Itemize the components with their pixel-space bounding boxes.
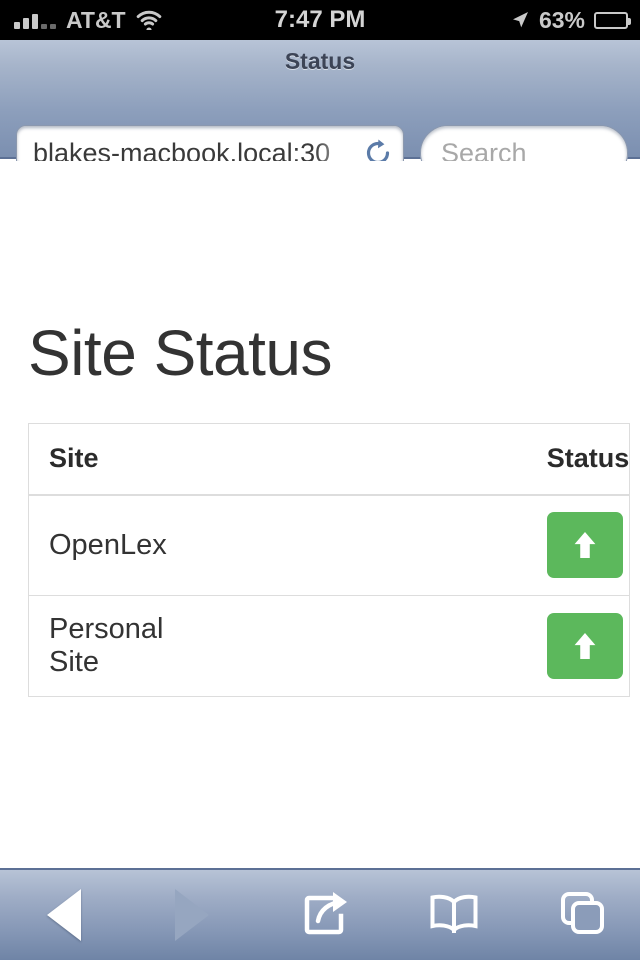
share-button[interactable] <box>262 869 390 960</box>
tabs-button[interactable] <box>518 869 640 960</box>
table-row: Personal Site <box>29 596 630 697</box>
cell-site-status <box>167 596 630 697</box>
browser-bottom-toolbar <box>0 868 640 960</box>
book-icon <box>428 893 480 938</box>
forward-arrow-icon <box>175 889 209 941</box>
status-up-button[interactable] <box>546 613 623 679</box>
cell-site-name: Personal Site <box>49 613 164 678</box>
web-page-content: Site Status Site Status OpenLex Personal… <box>0 161 640 868</box>
forward-button <box>128 869 256 960</box>
bookmarks-button[interactable] <box>390 869 518 960</box>
status-up-button[interactable] <box>546 512 623 579</box>
table-row: OpenLex <box>28 495 630 596</box>
tabs-icon <box>558 890 606 941</box>
back-button[interactable] <box>0 869 128 960</box>
page-heading: Site Status <box>28 317 333 389</box>
column-header-site: Site <box>28 423 167 496</box>
browser-top-bar: Status blakes-macbook.local:30 Search <box>0 40 640 181</box>
site-status-table: Site Status OpenLex Personal Site <box>28 423 631 697</box>
cell-site-status <box>167 495 630 596</box>
status-bar-right: 63% <box>510 0 631 40</box>
table-body: OpenLex Personal Site <box>28 495 630 697</box>
safari-mobile-screen: AT&T 7:47 PM 63% Status blakes-macbook.l… <box>0 0 640 960</box>
location-arrow-icon <box>510 10 530 30</box>
battery-icon <box>594 11 631 29</box>
back-arrow-icon <box>47 889 81 941</box>
table-header-row: Site Status <box>28 423 630 496</box>
page-title: Status <box>284 48 356 74</box>
status-bar: AT&T 7:47 PM 63% <box>0 0 640 40</box>
arrow-up-icon <box>572 530 598 560</box>
arrow-up-icon <box>572 631 598 661</box>
share-icon <box>303 890 349 941</box>
column-header-status: Status <box>166 423 630 496</box>
cell-site-name: OpenLex <box>49 528 167 561</box>
table-header: Site Status <box>28 423 630 496</box>
battery-percent-label: 63% <box>538 6 585 33</box>
clock-label: 7:47 PM <box>274 6 366 33</box>
